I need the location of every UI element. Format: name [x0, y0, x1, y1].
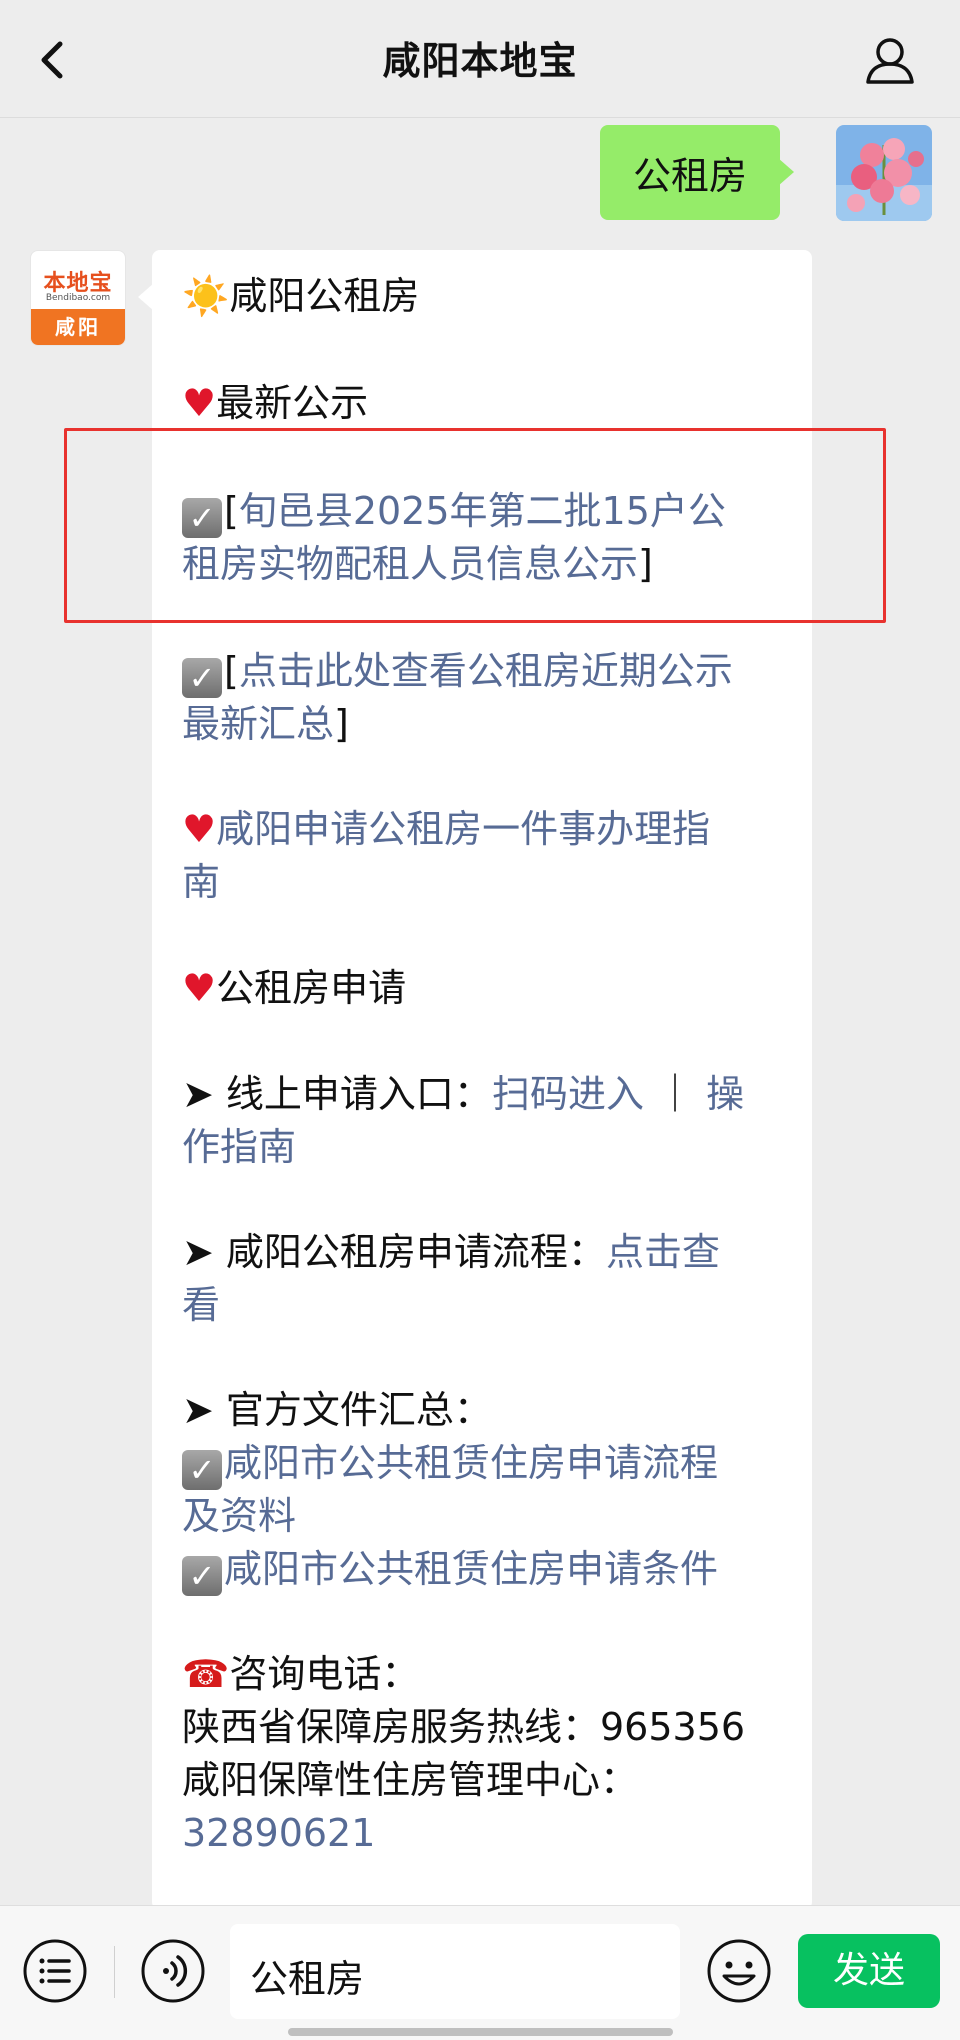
arrow-icon: ➤ — [182, 1230, 214, 1274]
user-profile-icon[interactable] — [860, 30, 920, 90]
avatar-domain-text: Bendibao.com — [45, 293, 111, 303]
bracket-open: [ — [224, 649, 239, 693]
message-input[interactable]: 公租房 — [230, 1924, 680, 2019]
menu-list-icon[interactable] — [22, 1938, 88, 2004]
highlight-box — [64, 428, 886, 623]
center-label: 咸阳保障性住房管理中心： — [182, 1758, 639, 1802]
divider — [114, 1946, 115, 1998]
sun-icon: ☀️ — [182, 274, 230, 318]
operation-guide-link[interactable]: 操 — [706, 1072, 744, 1116]
phone-label: 咨询电话： — [229, 1652, 420, 1696]
page-title: 咸阳本地宝 — [382, 39, 578, 83]
notice-2-link-cont[interactable]: 最新汇总 — [182, 702, 334, 746]
scan-link[interactable]: 扫码进入 — [492, 1072, 644, 1116]
online-apply-line: ➤ 线上申请入口：扫码进入 ｜ 操 作指南 — [182, 1068, 782, 1174]
voice-input-icon[interactable] — [140, 1938, 206, 2004]
heart-icon: ♥ — [182, 381, 217, 425]
process-label: 咸阳公租房申请流程： — [213, 1230, 606, 1274]
checkbox-icon: ✓ — [182, 658, 222, 698]
notice-heading-line: ♥最新公示 — [182, 377, 782, 430]
apply-heading: 公租房申请 — [216, 966, 407, 1010]
online-label: 线上申请入口： — [213, 1072, 492, 1116]
emoji-icon[interactable] — [706, 1938, 772, 2004]
arrow-icon: ➤ — [182, 1072, 214, 1116]
checkbox-icon: ✓ — [182, 1556, 222, 1596]
center-phone-link[interactable]: 32890621 — [182, 1811, 375, 1855]
process-link-cont[interactable]: 看 — [182, 1283, 220, 1327]
sent-message-row: 公租房 — [0, 125, 932, 220]
link-separator: ｜ — [643, 1072, 707, 1116]
reply-title-line: ☀️咸阳公租房 — [182, 270, 782, 323]
hotline-text: 陕西省保障房服务热线：965356 — [182, 1705, 746, 1749]
arrow-icon: ➤ — [182, 1388, 214, 1432]
send-button[interactable]: 发送 — [798, 1934, 940, 2008]
operation-guide-link-cont[interactable]: 作指南 — [182, 1125, 296, 1169]
process-link[interactable]: 点击查 — [606, 1230, 720, 1274]
bracket-close: ] — [334, 702, 349, 746]
docs-label: 官方文件汇总： — [213, 1388, 492, 1432]
bot-avatar[interactable]: 本地宝 Bendibao.com 咸阳 — [30, 250, 126, 346]
reply-title: 咸阳公租房 — [229, 274, 420, 318]
checkbox-icon: ✓ — [182, 1450, 222, 1490]
heart-icon: ♥ — [182, 807, 217, 851]
guide-link-cont[interactable]: 南 — [182, 860, 220, 904]
avatar-city-text: 咸阳 — [31, 309, 125, 345]
notice-item-2: ✓ [点击此处查看公租房近期公示 最新汇总] — [182, 645, 782, 751]
doc-1-link-cont[interactable]: 及资料 — [182, 1494, 296, 1538]
message-input-text: 公租房 — [250, 1957, 365, 2001]
user-avatar[interactable] — [836, 125, 932, 221]
process-line: ➤ 咸阳公租房申请流程：点击查 看 — [182, 1226, 782, 1332]
notice-heading: 最新公示 — [216, 381, 369, 425]
doc-1-link[interactable]: 咸阳市公共租赁住房申请流程 — [224, 1441, 718, 1485]
heart-icon: ♥ — [182, 966, 217, 1010]
top-nav-bar: 咸阳本地宝 — [0, 0, 960, 118]
apply-heading-line: ♥公租房申请 — [182, 962, 782, 1015]
sent-message-bubble[interactable]: 公租房 — [600, 125, 794, 220]
doc-2-link[interactable]: 咸阳市公共租赁住房申请条件 — [224, 1547, 718, 1591]
input-bar: 公租房 发送 — [0, 1905, 960, 2040]
home-indicator — [288, 2028, 673, 2036]
docs-block: ➤ 官方文件汇总： ✓ 咸阳市公共租赁住房申请流程 及资料 ✓ 咸阳市公共租赁住房申… — [182, 1384, 782, 1596]
guide-link[interactable]: 咸阳申请公租房一件事办理指 — [216, 807, 710, 851]
contact-block: ☎咨询电话： 陕西省保障房服务热线：965356 咸阳保障性住房管理中心： 32… — [182, 1648, 782, 1860]
notice-2-link[interactable]: 点击此处查看公租房近期公示 — [239, 649, 733, 693]
guide-line: ♥咸阳申请公租房一件事办理指 南 — [182, 803, 782, 909]
telephone-icon: ☎ — [182, 1652, 230, 1696]
